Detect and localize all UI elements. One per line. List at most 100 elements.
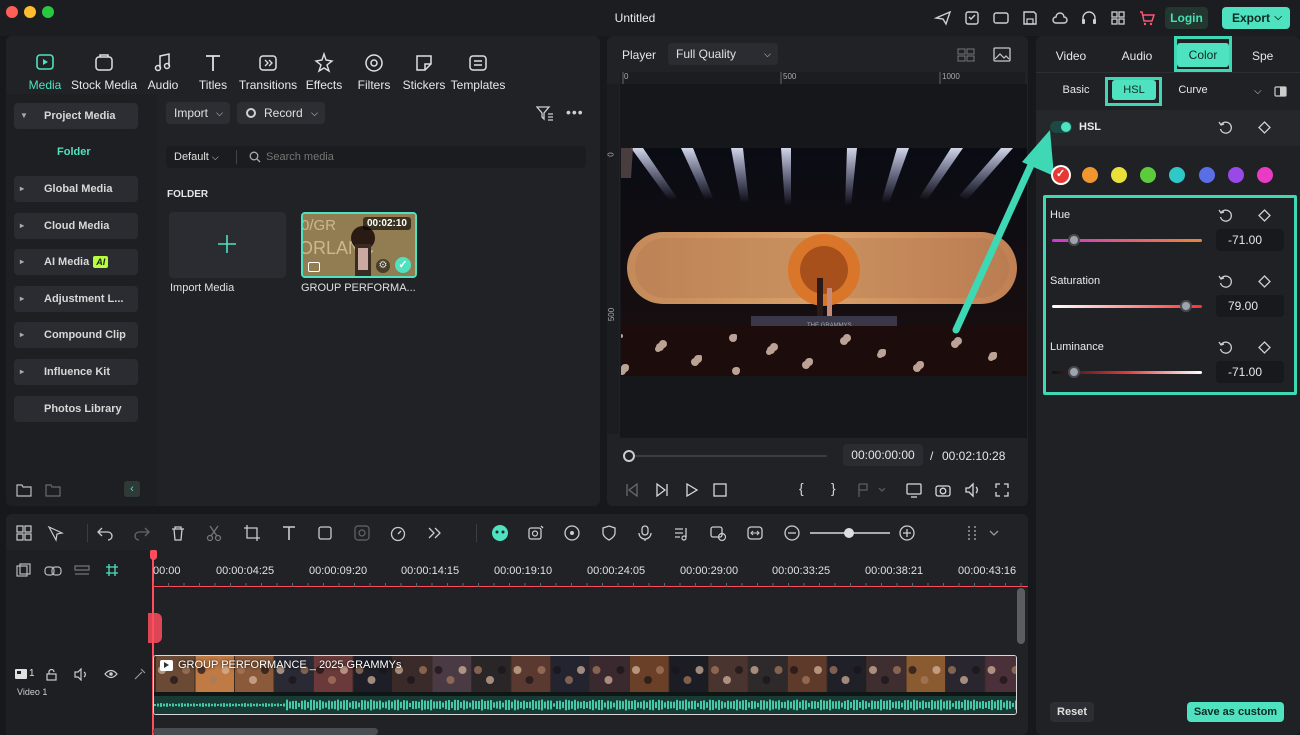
sidebar-folder[interactable]: Folder [57,146,91,158]
mask-icon[interactable] [353,524,371,542]
fit-icon[interactable] [746,524,764,542]
timeline-video-clip[interactable]: GROUP PERFORMANCE _ 2025 GRAMMYs [153,655,1017,715]
collapse-sidebar-button[interactable]: ‹ [124,481,140,497]
login-button[interactable]: Login [1165,7,1208,29]
monitor-icon[interactable] [992,9,1010,27]
microphone-icon[interactable] [636,524,654,542]
redo-icon[interactable] [133,524,151,542]
delete-icon[interactable] [169,524,187,542]
folder-icon[interactable] [45,482,61,498]
sidebar-item-global-media[interactable]: ▸ Global Media [14,176,138,202]
filter-icon[interactable] [536,105,554,121]
text-icon[interactable] [280,524,298,542]
saturation-value-input[interactable]: 79.00 [1216,295,1284,317]
subtab-basic[interactable]: Basic [1054,84,1098,96]
track-effects-icon[interactable] [133,668,146,681]
more-options-icon[interactable]: ••• [566,104,584,120]
subtab-curve[interactable]: Curve [1178,84,1208,96]
cart-icon[interactable] [1138,9,1156,27]
keyframe-icon[interactable] [1258,209,1271,222]
sidebar-item-cloud-media[interactable]: ▸ Cloud Media [14,213,138,239]
reset-icon[interactable] [1218,208,1233,223]
task-icon[interactable] [963,9,981,27]
hue-value-input[interactable]: -71.00 [1216,229,1284,251]
grid-view-icon[interactable] [957,48,975,62]
zoom-slider-knob[interactable] [844,528,854,538]
sort-dropdown[interactable]: Default ⌵ [174,151,219,163]
tab-templates[interactable]: Templates [443,52,513,92]
sidebar-item-project-media[interactable]: ▼ Project Media [14,103,138,129]
reset-button[interactable]: Reset [1050,702,1094,722]
more-tools-icon[interactable] [425,524,443,542]
shield-icon[interactable] [600,524,618,542]
save-as-custom-button[interactable]: Save as custom [1187,702,1284,722]
sidebar-item-influence-kit[interactable]: ▸ Influence Kit [14,359,138,385]
volume-icon[interactable] [964,482,982,498]
track-volume-icon[interactable] [74,668,88,681]
horizontal-scrollbar[interactable] [153,728,378,735]
undo-icon[interactable] [96,524,114,542]
stop-icon[interactable] [713,483,727,497]
eye-icon[interactable] [104,669,118,679]
luminance-value-input[interactable]: -71.00 [1216,361,1284,383]
link-icon[interactable] [44,564,62,578]
play-icon[interactable] [684,482,700,498]
lock-icon[interactable] [45,668,58,681]
save-icon[interactable] [1021,9,1039,27]
marker-icon[interactable] [857,482,885,498]
color-swatch[interactable] [1256,167,1273,183]
layout-icon[interactable] [15,524,33,542]
current-time[interactable]: 00:00:00:00 [843,444,923,466]
keyframe-icon[interactable] [1258,341,1271,354]
import-dropdown[interactable]: Import ⌵ [166,102,230,124]
zoom-out-icon[interactable] [783,524,801,542]
track-layout-icon[interactable] [74,564,90,578]
playhead-grip[interactable] [148,613,162,643]
select-tool-icon[interactable] [46,524,64,542]
color-swatch[interactable]: ✓ [1053,167,1069,183]
export-button[interactable]: Export ⌵ [1222,7,1290,29]
media-clip-thumbnail[interactable]: 0/GR ORLANC 00:02:10 ⚙ ✓ [301,212,417,278]
playhead-handle[interactable] [150,550,157,560]
keyframe-icon[interactable] [1258,275,1271,288]
subtab-hsl[interactable]: HSL [1112,80,1156,100]
color-swatch[interactable] [1198,167,1215,183]
vertical-scrollbar[interactable] [1017,588,1025,644]
sidebar-item-photos-library[interactable]: Photos Library [14,396,138,422]
cloud-upload-icon[interactable] [1051,9,1069,27]
reset-icon[interactable] [1218,120,1233,135]
compare-view-icon[interactable] [1274,86,1287,97]
mark-out-icon[interactable]: } [831,480,836,496]
replace-icon[interactable] [709,524,727,542]
reset-icon[interactable] [1218,274,1233,289]
shape-icon[interactable] [316,524,334,542]
fullscreen-icon[interactable] [994,482,1010,498]
sidebar-item-ai-media[interactable]: ▸ AI Media AI [14,249,138,275]
search-input[interactable] [266,148,566,166]
color-swatch[interactable] [1082,167,1099,183]
luminance-slider-knob[interactable] [1067,366,1080,378]
send-icon[interactable] [934,9,952,27]
chevron-down-icon[interactable]: ⌵ [1254,86,1262,97]
music-notes-icon[interactable] [672,524,690,542]
mark-in-icon[interactable]: { [799,480,804,496]
tab-video[interactable]: Video [1045,49,1097,63]
track-options-icon[interactable] [963,524,981,542]
crop-icon[interactable] [243,524,261,542]
quality-dropdown[interactable]: Full Quality ⌵ [668,43,778,65]
snap-icon[interactable] [104,562,120,578]
tab-audio[interactable]: Audio [1111,49,1163,63]
camera-icon[interactable] [935,482,951,498]
sidebar-item-compound-clip[interactable]: ▸ Compound Clip [14,322,138,348]
previous-frame-icon[interactable] [624,482,640,498]
add-track-icon[interactable] [16,563,32,579]
zoom-in-icon[interactable] [898,524,916,542]
motion-track-icon[interactable] [563,524,581,542]
playback-progress-track[interactable] [629,455,827,457]
chevron-down-icon[interactable] [985,524,1003,542]
auto-reframe-icon[interactable] [527,524,545,542]
record-dropdown[interactable]: Record ⌵ [237,102,325,124]
playhead-knob[interactable] [623,450,635,462]
keyframe-icon[interactable] [1258,121,1271,134]
grid-apps-icon[interactable] [1109,9,1127,27]
